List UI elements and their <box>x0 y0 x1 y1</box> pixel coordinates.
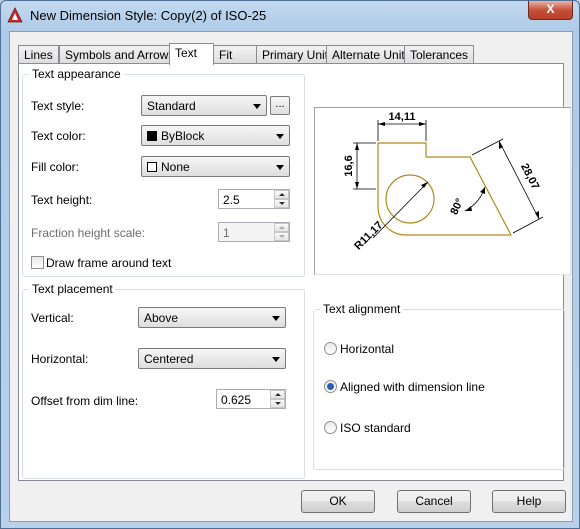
arrow-up-icon <box>279 226 285 229</box>
tab-symbols-and-arrows[interactable]: Symbols and Arrows <box>59 45 181 64</box>
horizontal-value: Centered <box>144 352 194 366</box>
radio-horizontal[interactable] <box>324 342 337 355</box>
dialog-window: New Dimension Style: Copy(2) of ISO-25 X… <box>0 0 580 529</box>
fraction-height-scale-spinner: 1 <box>218 222 290 242</box>
preview-dim-right: 28,07 <box>518 162 541 192</box>
fraction-height-scale-label: Fraction height scale: <box>31 226 146 240</box>
spin-up-button[interactable] <box>274 190 289 199</box>
fill-color-label: Fill color: <box>31 160 80 174</box>
radio-iso-standard-label: ISO standard <box>340 421 411 435</box>
fraction-height-scale-value: 1 <box>223 226 230 240</box>
vertical-label: Vertical: <box>31 311 74 325</box>
text-color-label: Text color: <box>31 129 86 143</box>
radio-aligned-with-dimension-line[interactable] <box>324 380 337 393</box>
chevron-down-icon <box>272 357 280 362</box>
horizontal-dropdown[interactable]: Centered <box>138 348 286 369</box>
text-color-value: ByBlock <box>161 129 205 143</box>
dimension-preview: 14,11 16,6 28,07 80° R11,17 <box>314 107 571 275</box>
text-appearance-title: Text appearance <box>29 67 124 81</box>
cancel-button[interactable]: Cancel <box>397 490 471 513</box>
text-style-browse-button[interactable]: ... <box>270 96 290 115</box>
chevron-down-icon <box>276 134 284 139</box>
dialog-client-area: Lines Symbols and Arrows Text Fit Primar… <box>9 31 573 522</box>
preview-dim-top: 14,11 <box>389 111 416 123</box>
arrow-up-icon <box>279 193 285 196</box>
arrow-down-icon <box>279 202 285 205</box>
color-swatch-icon <box>147 131 157 141</box>
tab-tolerances[interactable]: Tolerances <box>404 45 475 64</box>
radio-iso-standard[interactable] <box>324 421 337 434</box>
text-placement-group: Text placement Vertical: Above Horizonta… <box>22 282 305 479</box>
close-button[interactable]: X <box>528 1 573 20</box>
draw-frame-label: Draw frame around text <box>46 256 172 270</box>
autocad-app-icon <box>7 7 23 23</box>
spin-down-button[interactable] <box>270 399 285 408</box>
radio-horizontal-label: Horizontal <box>340 342 395 356</box>
text-tab-panel: Text appearance Text style: Standard ...… <box>18 63 571 481</box>
text-style-label: Text style: <box>31 99 85 113</box>
arrow-up-icon <box>275 393 281 396</box>
text-alignment-title: Text alignment <box>320 302 404 316</box>
arrow-down-icon <box>279 235 285 238</box>
offset-from-dim-line-label: Offset from dim line: <box>31 394 139 408</box>
radio-aligned-label: Aligned with dimension line <box>340 380 485 394</box>
spin-up-button <box>274 223 289 232</box>
tab-fit[interactable]: Fit <box>213 45 257 64</box>
text-style-dropdown[interactable]: Standard <box>141 95 267 116</box>
text-placement-title: Text placement <box>29 282 116 296</box>
preview-dim-angle: 80° <box>448 197 466 217</box>
preview-dim-radius: R11,17 <box>352 219 385 252</box>
tab-lines[interactable]: Lines <box>18 45 59 64</box>
text-style-value: Standard <box>147 99 196 113</box>
vertical-dropdown[interactable]: Above <box>138 307 286 328</box>
arrow-down-icon <box>275 402 281 405</box>
close-icon: X <box>546 2 555 16</box>
tab-text[interactable]: Text <box>169 43 214 65</box>
offset-from-dim-line-value: 0.625 <box>221 393 252 407</box>
offset-from-dim-line-spinner[interactable]: 0.625 <box>216 389 286 409</box>
window-title: New Dimension Style: Copy(2) of ISO-25 <box>30 8 267 23</box>
fill-color-value: None <box>161 160 190 174</box>
help-button[interactable]: Help <box>492 490 566 513</box>
draw-frame-checkbox[interactable] <box>31 256 44 269</box>
text-appearance-group: Text appearance Text style: Standard ...… <box>22 67 305 277</box>
text-height-label: Text height: <box>31 193 93 207</box>
dimension-preview-drawing: 14,11 16,6 28,07 80° R11,17 <box>343 111 544 252</box>
spin-down-button <box>274 232 289 241</box>
color-swatch-icon <box>147 162 157 172</box>
horizontal-label: Horizontal: <box>31 352 89 366</box>
title-bar[interactable]: New Dimension Style: Copy(2) of ISO-25 X <box>1 1 579 31</box>
chevron-down-icon <box>272 316 280 321</box>
preview-dim-left: 16,6 <box>343 155 355 176</box>
ok-button[interactable]: OK <box>301 490 375 513</box>
fill-color-dropdown[interactable]: None <box>141 156 290 177</box>
text-color-dropdown[interactable]: ByBlock <box>141 125 290 146</box>
spin-down-button[interactable] <box>274 199 289 208</box>
text-height-value: 2.5 <box>223 193 240 207</box>
chevron-down-icon <box>253 104 261 109</box>
chevron-down-icon <box>276 165 284 170</box>
spin-up-button[interactable] <box>270 390 285 399</box>
text-height-spinner[interactable]: 2.5 <box>218 189 290 209</box>
text-alignment-group: Text alignment Horizontal Aligned with d… <box>313 302 565 470</box>
vertical-value: Above <box>144 311 179 325</box>
